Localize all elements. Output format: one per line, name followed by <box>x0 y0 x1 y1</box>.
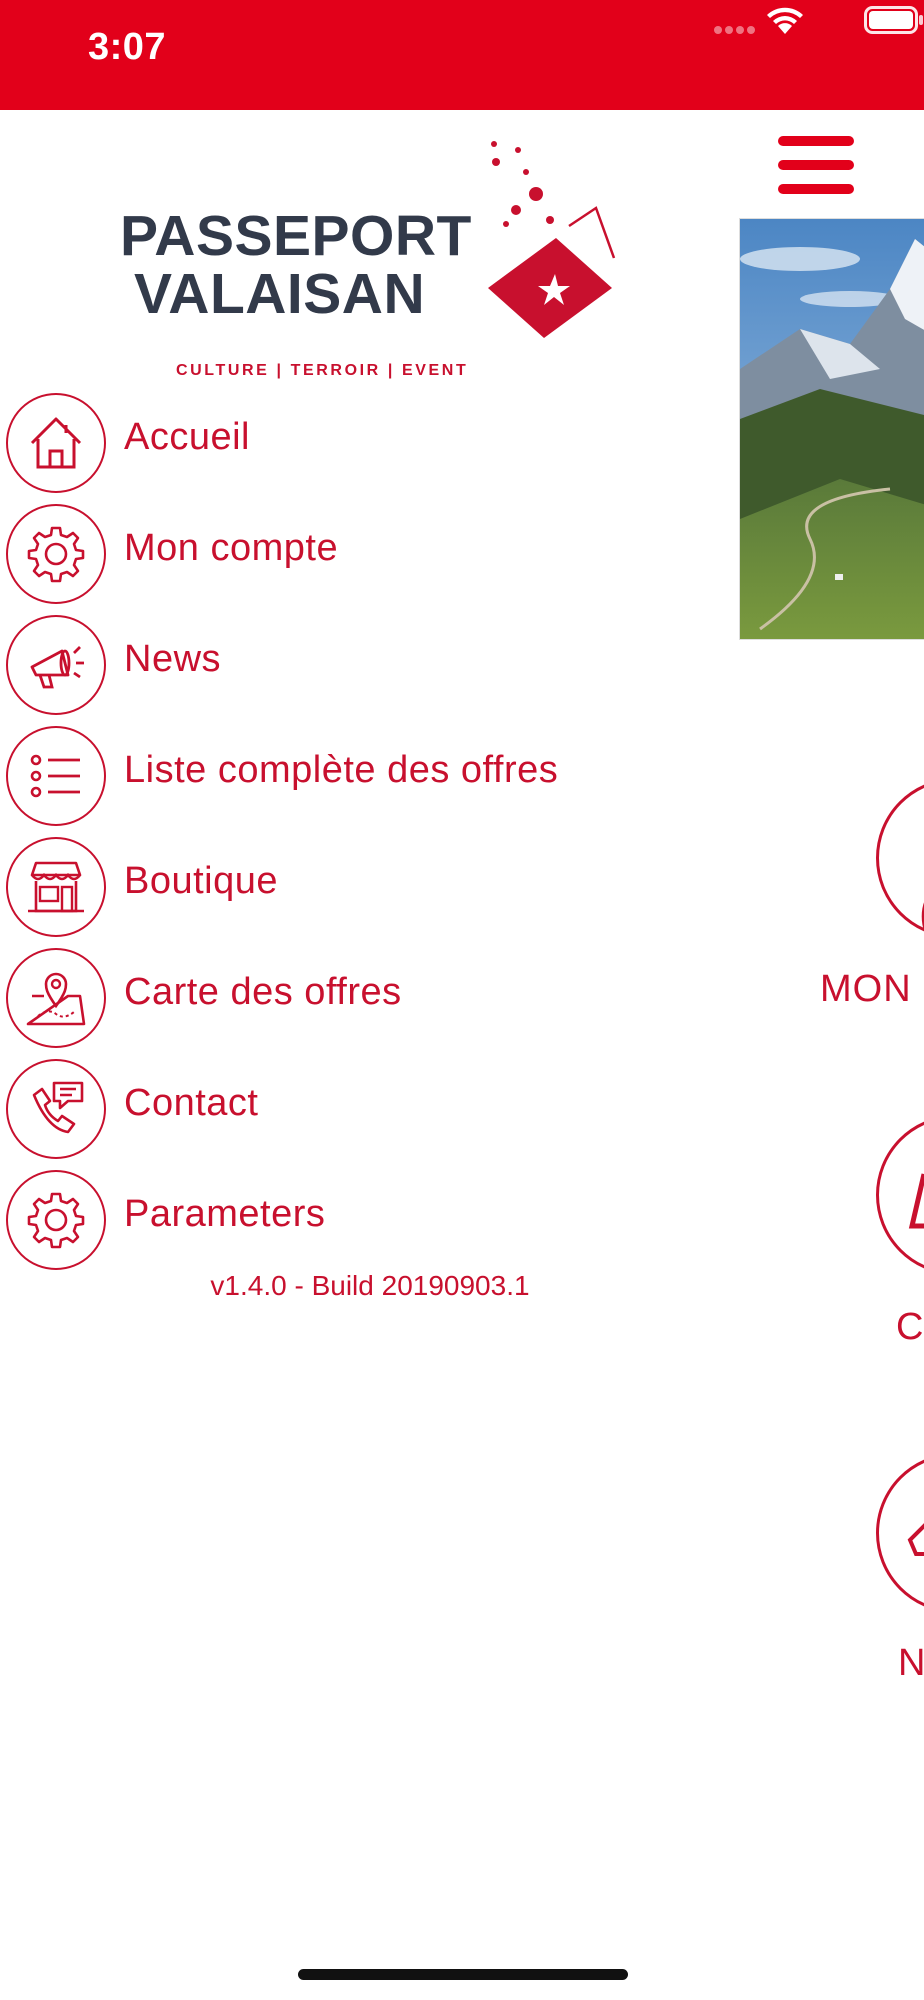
cellular-signal-icon <box>714 26 756 34</box>
menu-label-news: News <box>124 638 222 680</box>
gear-icon <box>6 504 106 604</box>
tile-label-1: MON <box>820 968 912 1010</box>
menu-label-boutique: Boutique <box>124 860 279 902</box>
menu-item-news[interactable]: News <box>0 610 680 720</box>
phone-chat-icon <box>6 1059 106 1159</box>
menu-item-mon-compte[interactable]: Mon compte <box>0 499 680 609</box>
megaphone-icon <box>6 615 106 715</box>
menu-label-contact: Contact <box>124 1082 259 1124</box>
wifi-icon <box>767 7 803 34</box>
passeport-valaisan-logo: PASSEPORT VALAISAN CULTURE | TERROIR | E… <box>116 140 616 379</box>
tile-icon-2 <box>908 1173 924 1229</box>
shop-icon <box>6 837 106 937</box>
menu-label-accueil: Accueil <box>124 416 250 458</box>
passport-book-icon <box>488 141 616 338</box>
gear-icon <box>6 1170 106 1270</box>
logo-tagline: CULTURE | TERROIR | EVENT <box>176 362 469 379</box>
tile-icon-3 <box>907 1523 924 1556</box>
tile-icon-1: ( <box>918 882 924 942</box>
menu-item-carte-offres[interactable]: Carte des offres <box>0 943 680 1053</box>
hamburger-menu-icon[interactable] <box>778 136 854 194</box>
menu-item-accueil[interactable]: Accueil <box>0 388 680 498</box>
hero-mountain-image <box>739 218 924 640</box>
menu-item-boutique[interactable]: Boutique <box>0 832 680 942</box>
logo-title-line1: PASSEPORT <box>120 204 472 268</box>
home-icon <box>6 393 106 493</box>
logo-title-line2: VALAISAN <box>134 262 426 326</box>
list-icon <box>6 726 106 826</box>
menu-item-contact[interactable]: Contact <box>0 1054 680 1164</box>
status-bar: 3:07 <box>0 0 924 110</box>
app-version: v1.4.0 - Build 20190903.1 <box>210 1270 530 1301</box>
side-drawer: PASSEPORT VALAISAN CULTURE | TERROIR | E… <box>0 110 700 2000</box>
tile-circle-1[interactable] <box>876 778 924 938</box>
tile-label-2: C <box>896 1306 924 1348</box>
menu-item-liste-offres[interactable]: Liste complète des offres <box>0 721 680 831</box>
map-pin-icon <box>6 948 106 1048</box>
menu-item-parameters[interactable]: Parameters <box>0 1165 680 1275</box>
menu-label-liste-offres: Liste complète des offres <box>124 749 559 791</box>
home-indicator[interactable] <box>298 1969 628 1980</box>
status-time: 3:07 <box>88 26 167 68</box>
app-screen: 3:07 MON C N PASSEPORT VALAISAN CULTURE … <box>0 0 924 2000</box>
menu-label-mon-compte: Mon compte <box>124 527 339 569</box>
menu-label-carte-offres: Carte des offres <box>124 971 402 1013</box>
tile-label-3: N <box>898 1642 924 1684</box>
battery-icon <box>864 6 923 34</box>
menu-label-parameters: Parameters <box>124 1193 326 1235</box>
